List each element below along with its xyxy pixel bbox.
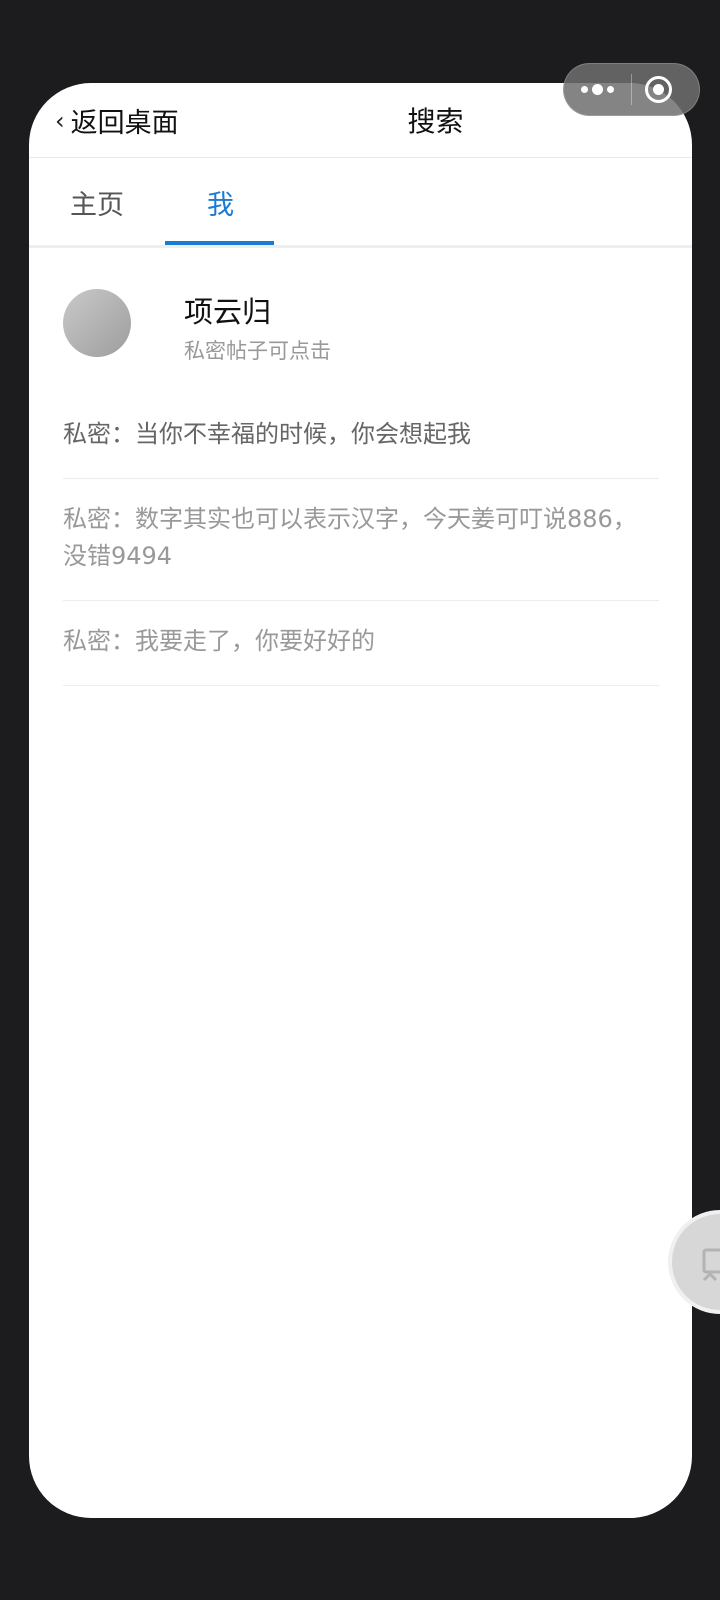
post-item[interactable]: 私密：当你不幸福的时候，你会想起我: [63, 394, 659, 479]
profile-card: 项云归 私密帖子可点击: [63, 289, 663, 369]
capsule-divider: [631, 74, 632, 105]
post-list: 私密：当你不幸福的时候，你会想起我 私密：数字其实也可以表示汉字，今天姜可叮说8…: [63, 394, 659, 686]
app-screen: ‹ 返回桌面 搜索 主页 我 项云归 私密帖子可点击 私密：当你不幸福的时候，你…: [29, 83, 692, 1518]
active-tab-indicator: [165, 241, 274, 245]
target-circle-icon[interactable]: [643, 74, 674, 105]
floating-message-icon[interactable]: [668, 1210, 720, 1314]
tab-me[interactable]: 我: [207, 183, 234, 222]
mini-program-capsule: [563, 63, 700, 116]
avatar[interactable]: [63, 289, 131, 357]
more-dots-icon[interactable]: [564, 64, 631, 115]
profile-subtitle: 私密帖子可点击: [184, 339, 331, 363]
post-item[interactable]: 私密：我要走了，你要好好的: [63, 601, 659, 686]
dot: [581, 86, 588, 93]
dot: [592, 84, 603, 95]
profile-name: 项云归: [184, 295, 272, 329]
dot: [607, 86, 614, 93]
tab-bar: 主页 我: [29, 158, 692, 248]
tab-home[interactable]: 主页: [70, 183, 124, 222]
post-item[interactable]: 私密：数字其实也可以表示汉字，今天姜可叮说886，没错9494: [63, 479, 659, 601]
